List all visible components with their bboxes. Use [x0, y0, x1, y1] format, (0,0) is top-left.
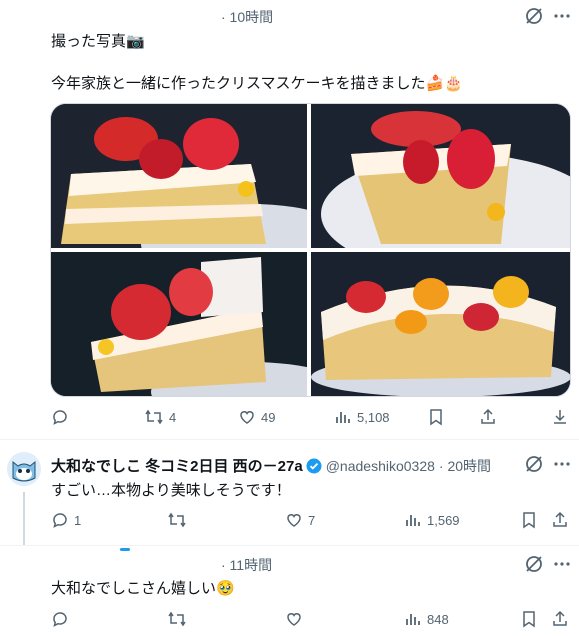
share-button[interactable] [479, 407, 497, 427]
reply-icon [53, 410, 67, 425]
repost-icon [168, 611, 186, 627]
bookmark-icon [430, 409, 442, 426]
repost-icon [145, 409, 163, 425]
download-icon [554, 410, 566, 424]
share-icon [481, 408, 495, 424]
like-button[interactable]: 49 [238, 407, 275, 427]
reply-time[interactable]: · 20時間 [439, 456, 491, 476]
share-button[interactable] [551, 510, 569, 530]
share-icon [553, 610, 567, 626]
heart-icon [287, 613, 301, 626]
post-text-line1: 撮った写真📷 [51, 33, 145, 50]
verified-icon [306, 458, 322, 473]
reply-text: 大和なでしこさん嬉しい🥹 [51, 580, 235, 597]
reply-icon [53, 612, 67, 627]
divider [0, 545, 579, 546]
views-button[interactable]: 1,569 [404, 510, 460, 530]
reply-button[interactable]: 1 [51, 510, 81, 530]
bookmark-icon [523, 512, 535, 529]
avatar[interactable] [7, 452, 41, 486]
bookmark-button[interactable] [521, 510, 537, 530]
repost-button[interactable]: 4 [144, 407, 176, 427]
reply-icon [53, 513, 67, 528]
reply-text: すごい…本物より美味しそうです！ [51, 482, 291, 499]
more-icon[interactable] [551, 453, 573, 475]
reply-header: 大和なでしこ 冬コミ2日目 西の－27a @nadeshiko0328 · 20… [51, 455, 491, 476]
like-button[interactable]: 7 [285, 510, 315, 530]
grok-icon[interactable] [523, 453, 545, 475]
reply-time[interactable]: · 11時間 [221, 555, 272, 575]
views-icon [406, 614, 420, 625]
bookmark-button[interactable] [521, 609, 537, 629]
bookmark-button[interactable] [428, 407, 444, 427]
heart-icon [287, 514, 301, 527]
thread-line [23, 492, 25, 546]
grok-icon[interactable] [523, 553, 545, 575]
download-button[interactable] [551, 407, 569, 427]
reply-button[interactable] [51, 609, 74, 629]
cake-photo-4[interactable] [311, 252, 570, 396]
share-icon [553, 511, 567, 527]
repost-button[interactable] [167, 609, 192, 629]
grok-icon[interactable] [523, 5, 545, 27]
cake-photo-2[interactable] [311, 104, 570, 248]
more-icon[interactable] [551, 553, 573, 575]
views-icon [406, 515, 420, 526]
author-name[interactable]: 大和なでしこ 冬コミ2日目 西の－27a [51, 455, 303, 476]
repost-icon [168, 512, 186, 528]
views-button[interactable]: 848 [404, 609, 449, 629]
more-icon[interactable] [551, 5, 573, 27]
reply-button[interactable] [51, 407, 74, 427]
heart-icon [240, 411, 254, 424]
views-button[interactable]: 5,108 [334, 407, 390, 427]
repost-button[interactable] [167, 510, 192, 530]
share-button[interactable] [551, 609, 569, 629]
photo-grid [50, 103, 571, 397]
post-text-line2: 今年家族と一緒に作ったクリスマスケーキを描きました🍰🎂 [51, 75, 463, 92]
bookmark-icon [523, 611, 535, 628]
avatar-partial[interactable] [120, 548, 130, 551]
divider [0, 439, 579, 440]
views-icon [336, 412, 350, 423]
cake-photo-1[interactable] [51, 104, 307, 248]
post-time[interactable]: · 10時間 [221, 7, 273, 27]
cake-photo-3[interactable] [51, 252, 307, 396]
like-button[interactable] [285, 609, 308, 629]
author-handle[interactable]: @nadeshiko0328 [326, 458, 435, 474]
